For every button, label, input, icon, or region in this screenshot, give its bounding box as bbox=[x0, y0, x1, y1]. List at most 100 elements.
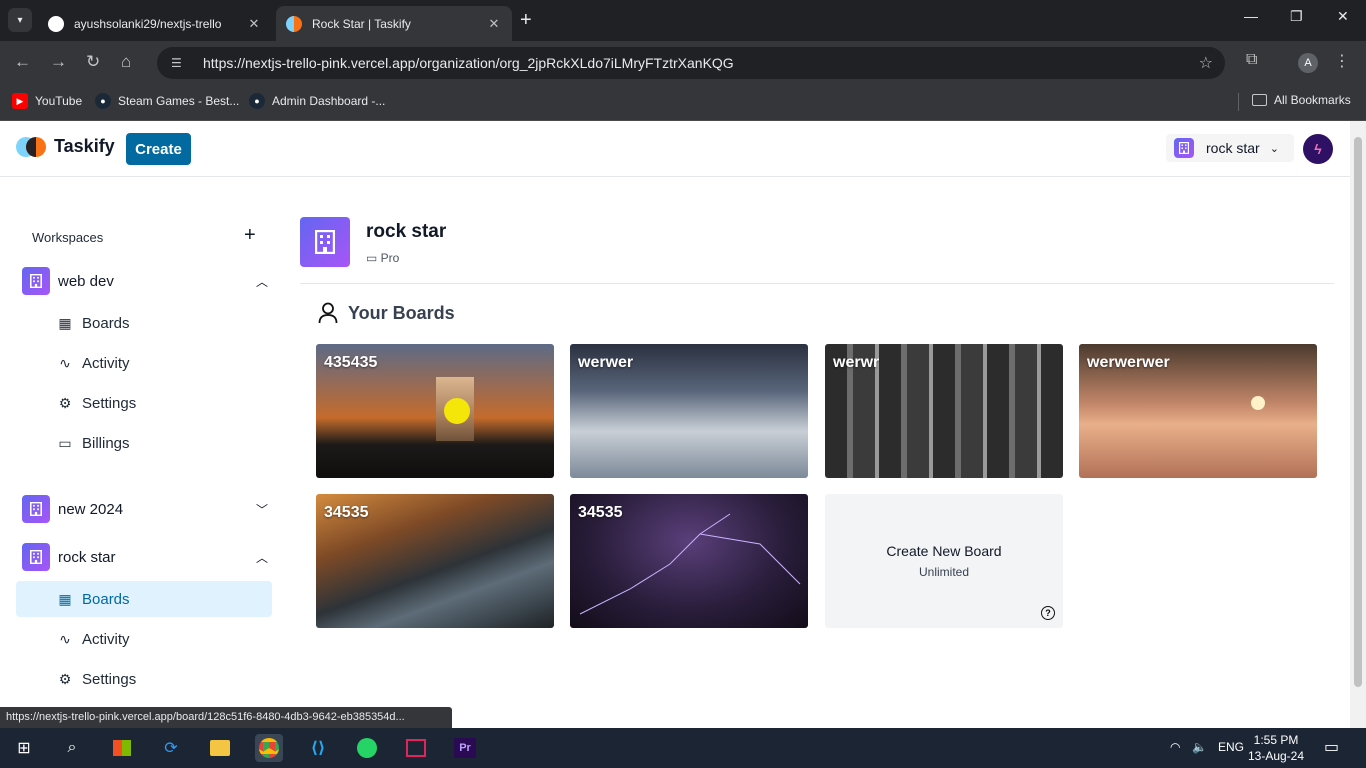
credit-card-icon: ▭ bbox=[366, 251, 381, 265]
search-icon[interactable]: ⌕ bbox=[58, 734, 86, 762]
nav-label: Settings bbox=[82, 394, 137, 412]
board-card[interactable]: werwerwer bbox=[1079, 344, 1317, 478]
chevron-down-icon: ⌄ bbox=[1269, 142, 1279, 155]
board-title: werwr bbox=[833, 354, 880, 371]
org-web-dev[interactable]: web dev ︿ bbox=[22, 265, 272, 297]
forward-icon[interactable]: → bbox=[50, 52, 67, 72]
nav-label: Boards bbox=[82, 590, 130, 608]
tab-search-button[interactable]: ▾ bbox=[8, 8, 32, 32]
your-boards-heading: Your Boards bbox=[318, 302, 455, 324]
language-indicator[interactable]: ENG bbox=[1218, 740, 1244, 754]
status-url: https://nextjs-trello-pink.vercel.app/bo… bbox=[0, 707, 452, 728]
volume-icon[interactable]: 🔈 bbox=[1192, 740, 1207, 754]
create-new-board-card[interactable]: Create New Board Unlimited ? bbox=[825, 494, 1063, 628]
close-window-icon[interactable]: ✕ bbox=[1337, 8, 1349, 25]
folder-icon bbox=[1252, 94, 1267, 106]
chrome-icon[interactable] bbox=[255, 734, 283, 762]
plan-badge: ▭ Pro bbox=[366, 251, 446, 265]
browser-toolbar: ← → ↻ ⌂ ☰ https://nextjs-trello-pink.ver… bbox=[0, 41, 1366, 85]
clock-time: 1:55 PM bbox=[1253, 733, 1299, 747]
reload-icon[interactable]: ↻ bbox=[86, 52, 100, 72]
board-image-detail bbox=[1251, 396, 1265, 410]
premiere-pro-icon[interactable]: Pr bbox=[451, 734, 479, 762]
notifications-icon[interactable]: ▭ bbox=[1324, 737, 1339, 757]
organization-switcher[interactable]: rock star ⌄ bbox=[1166, 134, 1294, 162]
org-name: new 2024 bbox=[58, 500, 124, 518]
bookmark-label: Steam Games - Best... bbox=[118, 94, 240, 108]
restore-icon[interactable]: ❐ bbox=[1290, 8, 1303, 25]
board-title: werwerwer bbox=[1087, 354, 1170, 371]
org-switcher-label: rock star bbox=[1206, 140, 1260, 156]
close-tab-icon[interactable]: ✕ bbox=[486, 16, 502, 32]
windows-taskbar: ⊞ ⌕ ⟳ ⟨⟩ Pr ◠ 🔈 ENG 1:55 PM 13-Aug-24 ▭ bbox=[0, 728, 1366, 768]
store-icon[interactable] bbox=[108, 734, 136, 762]
clock-date: 13-Aug-24 bbox=[1247, 749, 1305, 763]
nav-settings-rock-star[interactable]: ⚙ Settings bbox=[16, 661, 272, 697]
windows-start-icon[interactable]: ⊞ bbox=[10, 734, 38, 762]
steam-icon: ● bbox=[95, 93, 111, 109]
scrollbar-thumb[interactable] bbox=[1354, 137, 1362, 687]
menu-icon[interactable]: ⋮ bbox=[1334, 51, 1350, 71]
network-icon[interactable]: ◠ bbox=[1170, 740, 1180, 754]
board-card[interactable]: 435435 bbox=[316, 344, 554, 478]
board-card[interactable]: 34535 bbox=[570, 494, 808, 628]
site-info-icon[interactable]: ☰ bbox=[171, 56, 189, 70]
help-circle-icon[interactable]: ? bbox=[1041, 606, 1055, 620]
bookmark-youtube[interactable]: ▶ YouTube bbox=[12, 93, 82, 109]
building-icon bbox=[300, 217, 350, 267]
extensions-icon[interactable]: ⧉ bbox=[1246, 51, 1257, 69]
nav-settings-web-dev[interactable]: ⚙ Settings bbox=[16, 385, 272, 421]
add-workspace-icon[interactable]: + bbox=[244, 224, 256, 247]
nav-label: Activity bbox=[82, 354, 130, 372]
plan-label: Pro bbox=[380, 251, 400, 265]
board-card[interactable]: werwr bbox=[825, 344, 1063, 478]
bookmarks-bar: ▶ YouTube ● Steam Games - Best... ● Admi… bbox=[0, 85, 1366, 121]
top-navbar: Taskify Create rock star ⌄ ϟ bbox=[0, 121, 1350, 177]
tab-github[interactable]: ayushsolanki29/nextjs-trello ✕ bbox=[38, 6, 272, 41]
nav-boards-rock-star[interactable]: ▦ Boards bbox=[16, 581, 272, 617]
new-tab-button[interactable]: + bbox=[520, 9, 532, 32]
back-icon[interactable]: ← bbox=[14, 52, 31, 72]
nav-boards-web-dev[interactable]: ▦ Boards bbox=[16, 305, 272, 341]
sync-icon[interactable]: ⟳ bbox=[157, 734, 185, 762]
logo[interactable]: Taskify bbox=[16, 135, 115, 157]
board-title: 435435 bbox=[324, 354, 378, 371]
vegas-icon[interactable] bbox=[402, 734, 430, 762]
steam-icon: ● bbox=[249, 93, 265, 109]
tab-taskify[interactable]: Rock Star | Taskify ✕ bbox=[276, 6, 512, 41]
user-avatar[interactable]: ϟ bbox=[1303, 134, 1333, 164]
nav-activity-web-dev[interactable]: ∿ Activity bbox=[16, 345, 272, 381]
org-rock-star[interactable]: rock star ︿ bbox=[22, 541, 272, 573]
org-header: rock star ▭ Pro bbox=[300, 217, 446, 267]
activity-icon: ∿ bbox=[59, 354, 71, 371]
close-tab-icon[interactable]: ✕ bbox=[246, 16, 262, 32]
org-new-2024[interactable]: new 2024 ﹀ bbox=[22, 493, 272, 525]
profile-avatar[interactable]: A bbox=[1298, 53, 1318, 73]
youtube-icon: ▶ bbox=[12, 93, 28, 109]
nav-label: Boards bbox=[82, 314, 130, 332]
page-scrollbar[interactable] bbox=[1350, 121, 1366, 728]
logo-icon bbox=[16, 135, 46, 157]
all-bookmarks[interactable]: All Bookmarks bbox=[1252, 93, 1351, 107]
address-bar[interactable]: ☰ https://nextjs-trello-pink.vercel.app/… bbox=[157, 47, 1225, 79]
whatsapp-icon[interactable] bbox=[353, 734, 381, 762]
board-card[interactable]: werwer bbox=[570, 344, 808, 478]
bookmark-star-icon[interactable]: ☆ bbox=[1199, 53, 1213, 73]
home-icon[interactable]: ⌂ bbox=[121, 52, 131, 72]
vscode-icon[interactable]: ⟨⟩ bbox=[304, 734, 332, 762]
user-icon bbox=[318, 302, 338, 324]
file-explorer-icon[interactable] bbox=[206, 734, 234, 762]
bookmark-steam[interactable]: ● Steam Games - Best... bbox=[95, 93, 239, 109]
minimize-icon[interactable]: — bbox=[1244, 8, 1258, 24]
board-card[interactable]: 34535 bbox=[316, 494, 554, 628]
url-text: https://nextjs-trello-pink.vercel.app/or… bbox=[203, 55, 734, 71]
create-new-board-subtitle: Unlimited bbox=[918, 565, 969, 579]
bookmark-admin[interactable]: ● Admin Dashboard -... bbox=[249, 93, 385, 109]
nav-billings-web-dev[interactable]: ▭ Billings bbox=[16, 425, 272, 461]
chevron-up-icon: ︿ bbox=[255, 274, 268, 289]
bookmark-label: Admin Dashboard -... bbox=[272, 94, 386, 108]
create-button[interactable]: Create bbox=[126, 133, 191, 165]
nav-activity-rock-star[interactable]: ∿ Activity bbox=[16, 621, 272, 657]
layout-icon: ▦ bbox=[58, 590, 72, 607]
system-clock[interactable]: 1:55 PM 13-Aug-24 bbox=[1246, 732, 1306, 764]
